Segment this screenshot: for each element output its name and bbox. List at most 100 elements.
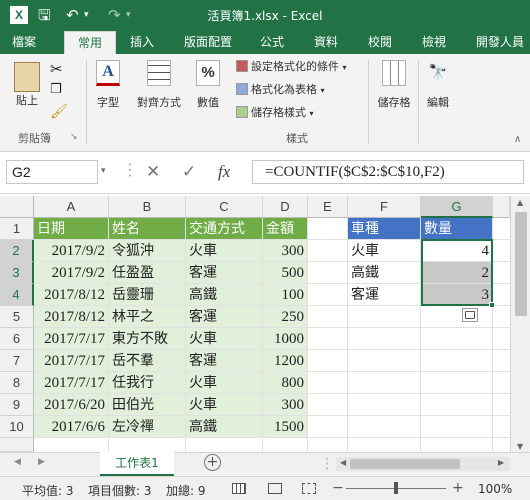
format-painter-icon[interactable]: 🖌	[50, 104, 68, 120]
drag-handle-icon[interactable]: ⋮	[122, 160, 138, 179]
table-header-cell[interactable]: 金額	[263, 218, 308, 240]
row-header-7[interactable]: 7	[0, 350, 34, 372]
table-cell[interactable]: 2017/7/17	[34, 350, 109, 372]
select-all-corner[interactable]	[0, 196, 34, 218]
table-cell[interactable]: 火車	[186, 394, 263, 416]
summary-header-cell[interactable]: 數量	[421, 218, 493, 240]
column-header-e[interactable]: E	[308, 196, 348, 218]
table-cell[interactable]: 高鐵	[186, 284, 263, 306]
table-cell[interactable]: 800	[263, 372, 308, 394]
table-cell[interactable]: 東方不敗	[109, 328, 186, 350]
cell-styles-button[interactable]: 儲存格樣式 ▾	[236, 104, 314, 122]
table-cell[interactable]: 林平之	[109, 306, 186, 328]
row-header-2[interactable]: 2	[0, 240, 34, 262]
insert-function-icon[interactable]: fx	[218, 162, 230, 182]
conditional-formatting-button[interactable]: 設定格式化的條件 ▾	[236, 58, 347, 76]
number-button[interactable]: % 數值	[192, 60, 224, 110]
tab-page-layout[interactable]: 版面配置	[180, 31, 236, 54]
row-header-1[interactable]: 1	[0, 218, 34, 240]
table-cell[interactable]: 2017/9/2	[34, 240, 109, 262]
scroll-thumb[interactable]	[515, 212, 527, 316]
table-cell[interactable]: 250	[263, 306, 308, 328]
tab-view[interactable]: 檢視	[416, 31, 452, 54]
column-header-b[interactable]: B	[109, 196, 186, 218]
alignment-button[interactable]: 對齊方式	[132, 60, 186, 110]
table-header-cell[interactable]: 日期	[34, 218, 109, 240]
chevron-down-icon[interactable]: ▾	[101, 166, 106, 176]
table-header-cell[interactable]: 交通方式	[186, 218, 263, 240]
table-cell[interactable]: 2017/7/17	[34, 328, 109, 350]
table-cell[interactable]: 岳不羣	[109, 350, 186, 372]
table-cell[interactable]: 500	[263, 262, 308, 284]
table-cell[interactable]: 2017/7/17	[34, 372, 109, 394]
row-header-3[interactable]: 3	[0, 262, 34, 284]
tab-insert[interactable]: 插入	[122, 31, 162, 54]
table-cell[interactable]: 300	[263, 240, 308, 262]
column-header-c[interactable]: C	[186, 196, 263, 218]
column-header-f[interactable]: F	[348, 196, 421, 218]
scroll-right-icon[interactable]: ▶	[498, 458, 504, 467]
table-header-cell[interactable]: 姓名	[109, 218, 186, 240]
normal-view-icon[interactable]	[232, 483, 246, 494]
table-cell[interactable]: 岳靈珊	[109, 284, 186, 306]
tab-review[interactable]: 校閱	[362, 31, 398, 54]
prev-sheet-icon[interactable]: ◀	[14, 457, 21, 467]
next-sheet-icon[interactable]: ▶	[38, 457, 45, 467]
tab-formulas[interactable]: 公式	[254, 31, 290, 54]
collapse-ribbon-icon[interactable]: ∧	[514, 134, 521, 145]
scroll-down-icon[interactable]: ▼	[517, 442, 523, 451]
tab-home[interactable]: 常用	[64, 31, 116, 54]
zoom-slider-thumb[interactable]	[394, 482, 398, 494]
formula-input[interactable]: =COUNTIF($C$2:$C$10,F2)	[252, 160, 524, 184]
column-header-g[interactable]: G	[421, 196, 493, 218]
cells-button[interactable]: 儲存格	[372, 60, 416, 110]
table-cell[interactable]: 1200	[263, 350, 308, 372]
summary-cell[interactable]: 高鐵	[348, 262, 421, 284]
format-as-table-button[interactable]: 格式化為表格 ▾	[236, 81, 325, 99]
name-box[interactable]: G2	[6, 160, 98, 184]
zoom-out-icon[interactable]: −	[332, 480, 344, 496]
column-header-a[interactable]: A	[34, 196, 109, 218]
scroll-thumb[interactable]	[350, 459, 460, 469]
table-cell[interactable]: 任我行	[109, 372, 186, 394]
tab-data[interactable]: 資料	[308, 31, 344, 54]
quick-analysis-icon[interactable]	[462, 308, 478, 322]
scroll-up-icon[interactable]: ▲	[517, 198, 523, 207]
summary-cell[interactable]: 火車	[348, 240, 421, 262]
table-cell[interactable]: 高鐵	[186, 416, 263, 438]
table-cell[interactable]: 田伯光	[109, 394, 186, 416]
table-cell[interactable]: 令狐沖	[109, 240, 186, 262]
zoom-level[interactable]: 100%	[478, 482, 512, 496]
table-cell[interactable]: 客運	[186, 350, 263, 372]
summary-header-cell[interactable]: 車種	[348, 218, 421, 240]
table-cell[interactable]: 2017/9/2	[34, 262, 109, 284]
table-cell[interactable]: 2017/6/20	[34, 394, 109, 416]
tab-developer[interactable]: 開發人員	[470, 31, 530, 54]
table-cell[interactable]: 火車	[186, 328, 263, 350]
split-handle-icon[interactable]: ⋮	[320, 456, 334, 472]
zoom-in-icon[interactable]: +	[452, 480, 464, 496]
font-button[interactable]: A 字型	[90, 60, 126, 110]
fill-handle[interactable]	[489, 302, 495, 308]
summary-cell[interactable]: 客運	[348, 284, 421, 306]
vertical-scrollbar[interactable]: ▲ ▼	[510, 196, 530, 456]
table-cell[interactable]: 100	[263, 284, 308, 306]
horizontal-scrollbar[interactable]: ◀ ▶	[336, 457, 510, 471]
row-header-5[interactable]: 5	[0, 306, 34, 328]
table-cell[interactable]: 火車	[186, 372, 263, 394]
table-cell[interactable]: 左冷禪	[109, 416, 186, 438]
paste-button[interactable]: 貼上	[8, 62, 46, 108]
page-break-view-icon[interactable]	[302, 483, 316, 494]
table-cell[interactable]: 2017/6/6	[34, 416, 109, 438]
sheet-tab-1[interactable]: 工作表1	[100, 452, 174, 476]
table-cell[interactable]: 客運	[186, 306, 263, 328]
dialog-launcher-icon[interactable]: ↘	[70, 132, 78, 142]
table-cell[interactable]: 客運	[186, 262, 263, 284]
table-cell[interactable]: 300	[263, 394, 308, 416]
table-cell[interactable]: 2017/8/12	[34, 284, 109, 306]
tab-file[interactable]: 檔案	[0, 31, 48, 54]
add-sheet-icon[interactable]: +	[204, 454, 221, 471]
table-cell[interactable]: 1000	[263, 328, 308, 350]
copy-icon[interactable]: ❐	[50, 82, 62, 97]
row-header-6[interactable]: 6	[0, 328, 34, 350]
